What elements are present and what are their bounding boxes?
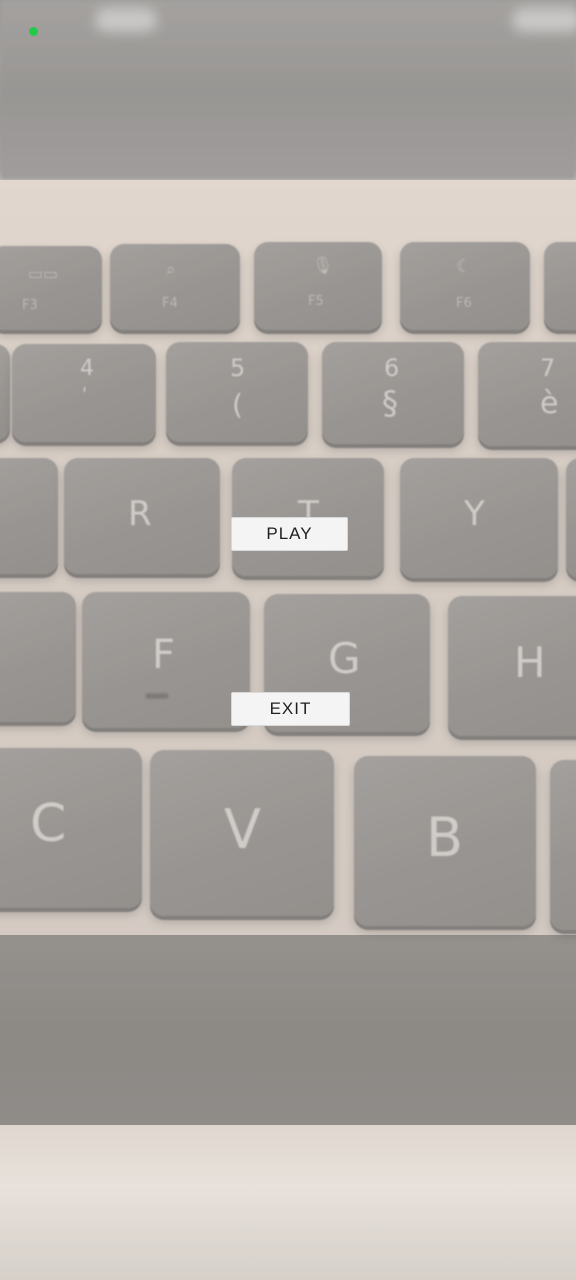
camera-background: ▭▭ F3 ⌕ F4 🎙 F5 ☾ F6 4 ' 5 ( 6 § 7 è R T…	[0, 0, 576, 1280]
camera-scrim	[0, 0, 576, 1280]
play-button[interactable]: PLAY	[231, 517, 348, 551]
exit-button[interactable]: EXIT	[231, 692, 350, 726]
recording-indicator-dot	[29, 27, 38, 36]
